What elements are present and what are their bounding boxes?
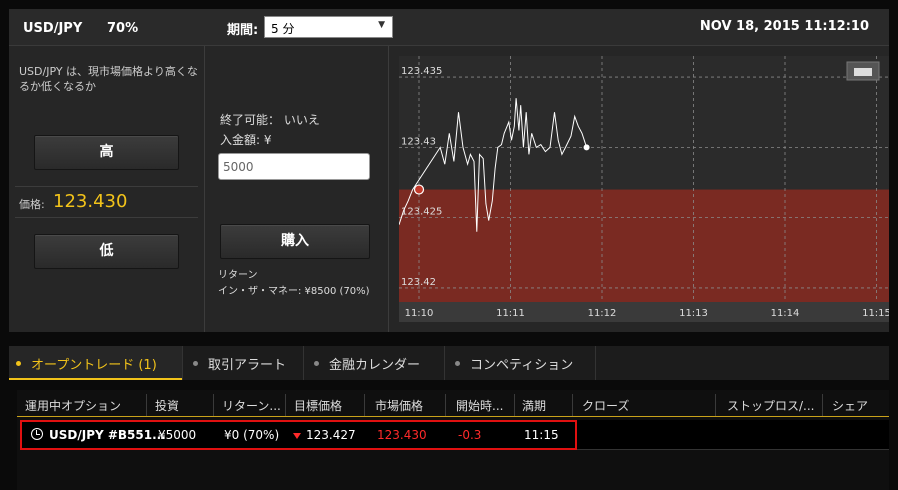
y-tick-label: 123.425 bbox=[401, 207, 442, 218]
current-datetime: NOV 18, 2015 11:12:10 bbox=[699, 19, 869, 34]
x-axis-band bbox=[399, 302, 889, 322]
selected-row-highlight bbox=[20, 420, 577, 450]
price-row: 価格: 123.430 bbox=[15, 186, 198, 218]
asset-description: USD/JPY は、現市場価格より高くなるか低くなるか bbox=[19, 65, 198, 93]
period-label: 期間: bbox=[227, 23, 259, 38]
x-tick-label: 11:12 bbox=[588, 308, 617, 319]
column-divider bbox=[445, 394, 446, 416]
column-header[interactable]: クローズ bbox=[582, 397, 629, 414]
column-divider bbox=[213, 394, 214, 416]
low-button[interactable]: 低 bbox=[34, 234, 179, 269]
chevron-down-icon: ▼ bbox=[378, 20, 385, 30]
dot-icon bbox=[16, 361, 21, 366]
entry-point bbox=[413, 184, 425, 195]
tab-competition[interactable]: コンペティション bbox=[445, 346, 595, 380]
y-tick-label: 123.435 bbox=[401, 66, 442, 77]
table-header: 運用中オプション 投資 リターン... 目標価格 市場価格 開始時... 満期 … bbox=[17, 390, 889, 417]
bottom-tabs: オープントレード (1) 取引アラート 金融カレンダー コンペティション bbox=[9, 346, 889, 380]
column-header[interactable]: 開始時... bbox=[456, 397, 503, 414]
tab-label: 取引アラート bbox=[208, 358, 287, 373]
column-divider bbox=[514, 394, 515, 416]
below-strike-zone bbox=[399, 189, 889, 302]
amount-input[interactable]: 5000 bbox=[218, 153, 370, 180]
x-tick-label: 11:10 bbox=[405, 308, 434, 319]
dot-icon bbox=[455, 361, 460, 366]
in-the-money-label: イン・ザ・マネー: ¥8500 (70%) bbox=[218, 286, 370, 297]
x-tick-label: 11:15 bbox=[862, 308, 889, 319]
y-tick-label: 123.43 bbox=[401, 136, 436, 147]
chart-mode-icon[interactable] bbox=[846, 61, 880, 81]
buy-button[interactable]: 購入 bbox=[220, 224, 370, 259]
column-divider bbox=[715, 394, 716, 416]
dot-icon bbox=[314, 361, 319, 366]
tab-divider bbox=[595, 346, 596, 380]
y-tick-label: 123.42 bbox=[401, 277, 436, 288]
price-value: 123.430 bbox=[53, 191, 128, 212]
direction-column: USD/JPY は、現市場価格より高くなるか低くなるか 高 価格: 123.43… bbox=[9, 46, 205, 332]
price-label: 価格: bbox=[19, 198, 45, 211]
column-header[interactable]: 運用中オプション bbox=[25, 397, 121, 414]
x-tick-label: 11:11 bbox=[496, 308, 525, 319]
tab-economic-calendar[interactable]: 金融カレンダー bbox=[304, 346, 444, 380]
chart-svg: 123.435 123.43 123.425 123.42 11:10 11:11 11:1… bbox=[398, 56, 891, 322]
column-header[interactable]: 目標価格 bbox=[294, 397, 342, 414]
price-chart[interactable]: 123.435 123.43 123.425 123.42 11:10 11:11 11:1… bbox=[398, 56, 891, 322]
period-value: 5 分 bbox=[271, 22, 295, 36]
dot-icon bbox=[193, 361, 198, 366]
return-label: リターン bbox=[218, 270, 258, 281]
current-price-dot bbox=[583, 144, 590, 151]
end-available-label: 終了可能： いいえ bbox=[220, 113, 320, 127]
tab-open-trades[interactable]: オープントレード (1) bbox=[9, 346, 182, 380]
column-header[interactable]: リターン... bbox=[222, 397, 281, 414]
amount-label: 入金額: ¥ bbox=[220, 133, 272, 147]
tab-label: 金融カレンダー bbox=[329, 358, 421, 373]
period-select[interactable]: 5 分 ▼ bbox=[264, 16, 393, 38]
trading-panel: USD/JPY は、現市場価格より高くなるか低くなるか 高 価格: 123.43… bbox=[9, 46, 891, 332]
tab-label: オープントレード (1) bbox=[31, 358, 157, 373]
high-button[interactable]: 高 bbox=[34, 135, 179, 170]
column-header[interactable]: シェア bbox=[832, 397, 868, 414]
column-divider bbox=[146, 394, 147, 416]
column-divider bbox=[822, 394, 823, 416]
column-divider bbox=[364, 394, 365, 416]
column-header[interactable]: 市場価格 bbox=[375, 397, 423, 414]
column-divider bbox=[285, 394, 286, 416]
order-column: 終了可能： いいえ 入金額: ¥ 5000 購入 リターン イン・ザ・マネー: … bbox=[205, 46, 389, 332]
x-tick-label: 11:14 bbox=[771, 308, 800, 319]
column-header[interactable]: 投資 bbox=[155, 397, 179, 414]
asset-pair: USD/JPY bbox=[23, 21, 83, 36]
tab-label: コンペティション bbox=[470, 358, 574, 373]
x-tick-label: 11:13 bbox=[679, 308, 708, 319]
top-bar: USD/JPY 70% 期間: 5 分 ▼ NOV 18, 2015 11:12… bbox=[9, 9, 889, 46]
column-divider bbox=[572, 394, 573, 416]
column-header[interactable]: 満期 bbox=[522, 397, 546, 414]
column-header[interactable]: ストップロス/... bbox=[727, 397, 815, 414]
tab-trade-alerts[interactable]: 取引アラート bbox=[183, 346, 303, 380]
payout-percent: 70% bbox=[107, 21, 139, 36]
